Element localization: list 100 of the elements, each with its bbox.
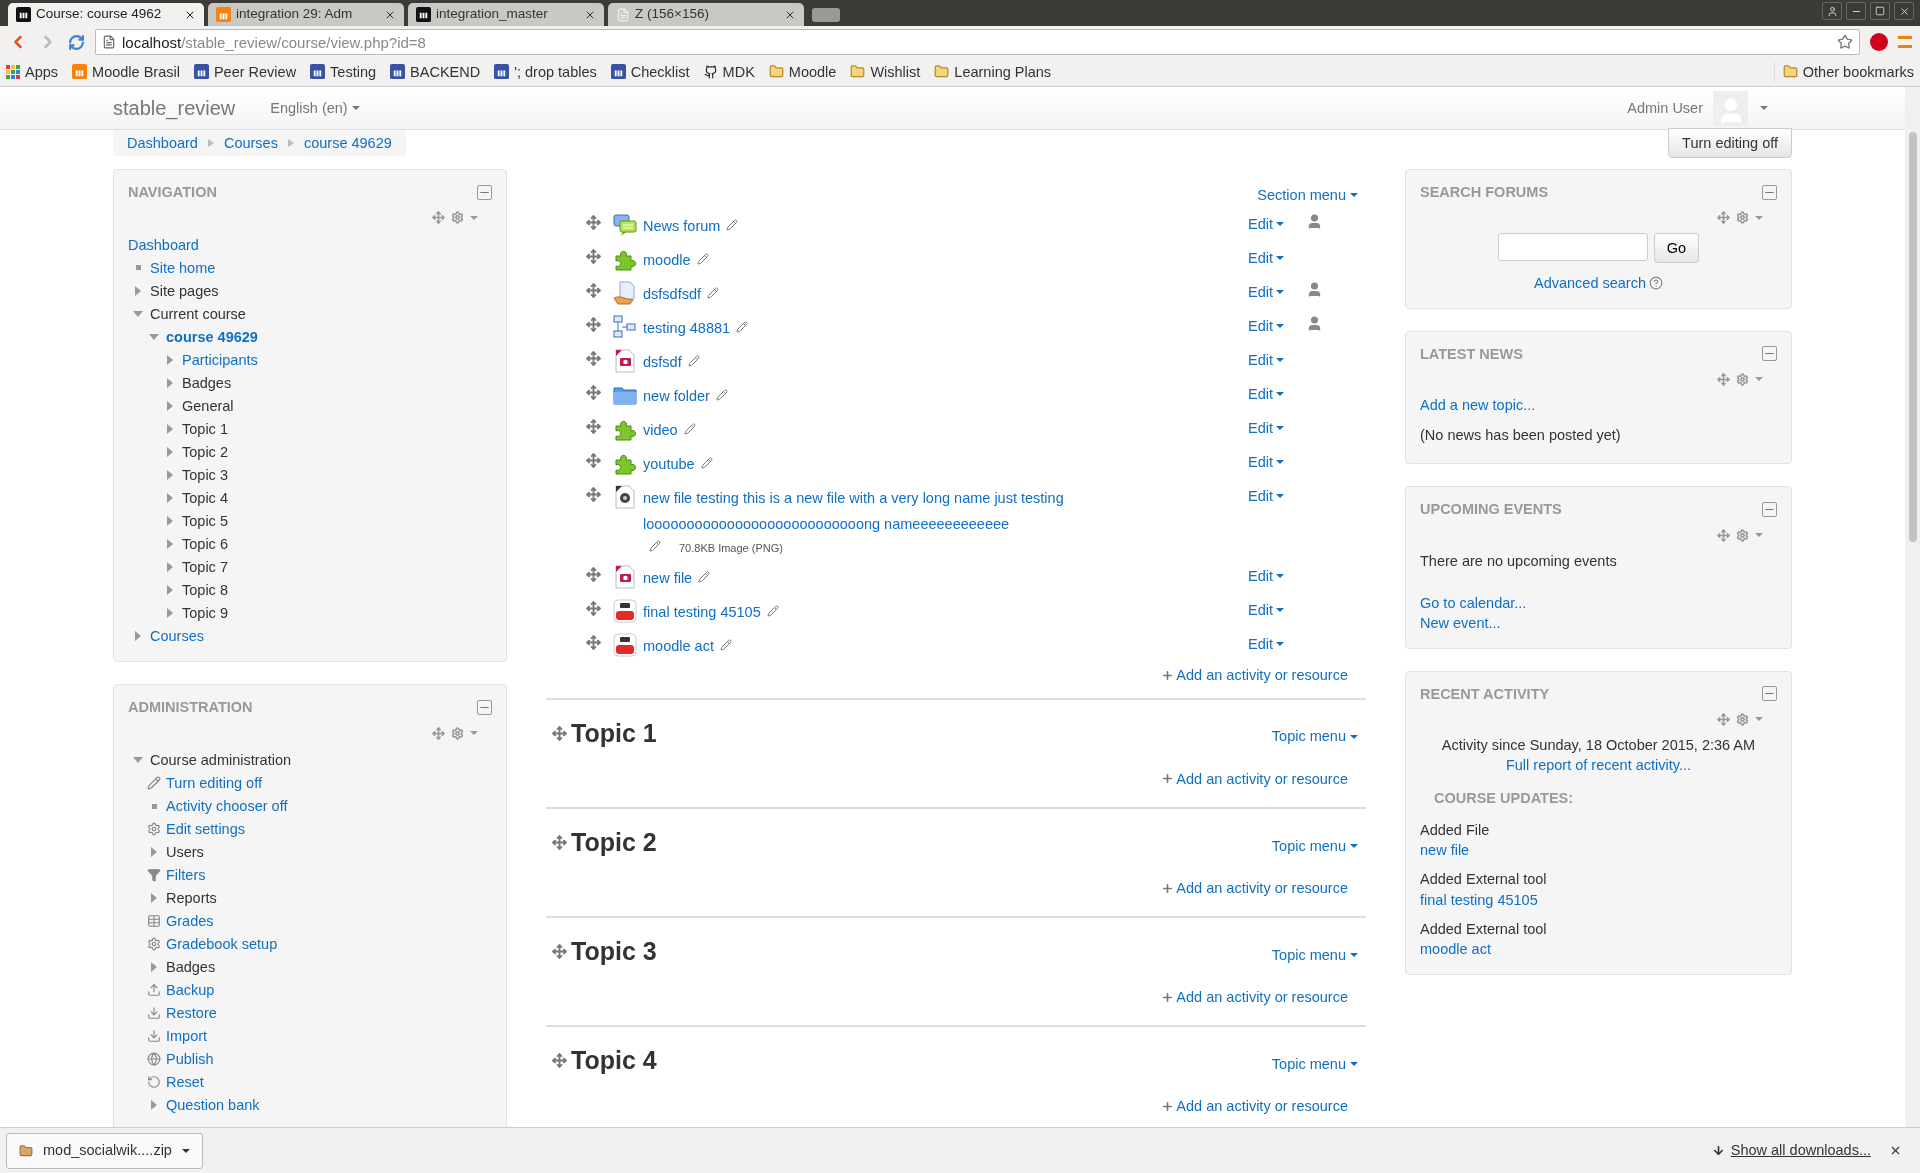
person-icon[interactable] <box>1306 315 1323 332</box>
move-icon[interactable] <box>432 726 445 740</box>
pencil-icon[interactable] <box>649 540 661 552</box>
tree-item[interactable]: Site home <box>150 257 216 278</box>
tree-item[interactable]: Participants <box>182 349 258 370</box>
bookmark[interactable]: Moodle <box>788 61 837 83</box>
activity-link[interactable]: moodle <box>643 247 691 273</box>
tree-item[interactable]: Topic 8 <box>182 579 228 600</box>
bookmark[interactable]: Apps <box>25 61 59 83</box>
add-topic-link[interactable]: Add a new topic... <box>1420 394 1777 416</box>
bookmark[interactable]: Checklist <box>630 61 690 83</box>
tree-item[interactable]: Current course <box>150 303 246 324</box>
menu-icon[interactable] <box>1898 36 1912 48</box>
edit-menu[interactable]: Edit <box>1248 213 1306 235</box>
bookmark[interactable]: Testing <box>330 61 377 83</box>
collapsed-arrow-icon[interactable] <box>165 446 175 457</box>
calendar-link[interactable]: Go to calendar... <box>1420 593 1777 614</box>
collapse-icon[interactable] <box>1762 502 1777 518</box>
pencil-icon[interactable] <box>696 253 709 265</box>
edit-menu[interactable]: Edit <box>1248 565 1306 588</box>
tree-item[interactable]: Grades <box>166 910 214 932</box>
go-button[interactable]: Go <box>1653 233 1700 264</box>
edit-menu[interactable]: Edit <box>1248 383 1306 405</box>
activity-link[interactable]: new file testing this is a new file with a very long name just testing looooooooooooooooooooooooooong nameeeeeeeeeeee <box>643 485 1248 537</box>
move-icon[interactable] <box>586 283 601 298</box>
edit-menu[interactable]: Edit <box>1248 485 1306 507</box>
activity-link[interactable]: youtube <box>643 451 695 477</box>
pencil-icon[interactable] <box>719 639 732 652</box>
scrollbar[interactable] <box>1905 87 1920 1127</box>
edit-menu[interactable]: Edit <box>1248 417 1306 439</box>
bookmark[interactable]: MDK <box>722 61 755 83</box>
move-icon[interactable] <box>552 834 567 850</box>
activity-link[interactable]: video <box>643 417 678 443</box>
breadcrumb-link[interactable]: Courses <box>223 133 278 154</box>
update-link[interactable]: moodle act <box>1420 939 1777 960</box>
tree-item[interactable]: Activity chooser off <box>166 795 288 817</box>
collapsed-arrow-icon[interactable] <box>165 423 175 434</box>
move-icon[interactable] <box>586 317 601 332</box>
move-icon[interactable] <box>586 635 601 651</box>
breadcrumb-link[interactable]: course 49629 <box>303 133 392 154</box>
topic-menu[interactable]: Topic menu <box>1271 941 1358 970</box>
tree-item[interactable]: Site pages <box>150 280 219 301</box>
user-name[interactable]: Admin User <box>1627 97 1703 119</box>
gear-icon[interactable] <box>1736 372 1749 386</box>
bookmark[interactable]: Peer Review <box>213 61 297 83</box>
site-name[interactable]: stable_review <box>113 94 236 122</box>
move-icon[interactable] <box>586 419 601 434</box>
tree-item[interactable]: Badges <box>182 372 232 393</box>
activity-link[interactable]: dsfsdfsdf <box>643 281 702 307</box>
tree-item[interactable]: Topic 6 <box>182 533 228 554</box>
tree-item[interactable]: Topic 7 <box>182 556 228 577</box>
topic-menu[interactable]: Topic menu <box>1271 831 1358 860</box>
tree-item[interactable]: course 49629 <box>166 326 258 347</box>
tree-item[interactable]: Courses <box>150 625 204 646</box>
help-icon[interactable] <box>1649 276 1663 291</box>
gear-icon[interactable] <box>1736 211 1749 225</box>
tree-item[interactable]: Dashboard <box>128 234 199 255</box>
editing-button[interactable]: Turn editing off <box>1668 128 1792 159</box>
language-menu[interactable]: English (en) <box>270 97 360 119</box>
collapsed-arrow-icon[interactable] <box>165 561 175 572</box>
collapse-icon[interactable] <box>477 699 492 715</box>
download-item[interactable]: mod_socialwik....zip <box>6 1132 203 1169</box>
browser-tab[interactable]: Course: course 4962 <box>8 3 204 26</box>
collapsed-arrow-icon[interactable] <box>165 492 175 503</box>
collapsed-arrow-icon[interactable] <box>165 584 175 595</box>
move-icon[interactable] <box>552 725 567 741</box>
move-icon[interactable] <box>1717 372 1730 386</box>
expanded-arrow-icon[interactable] <box>149 331 159 342</box>
topic-menu[interactable]: Topic menu <box>1271 1050 1358 1079</box>
tree-item[interactable]: Topic 5 <box>182 510 228 531</box>
activity-link[interactable]: new folder <box>643 383 710 409</box>
star-icon[interactable] <box>1837 34 1853 50</box>
tree-item[interactable]: Edit settings <box>166 818 245 840</box>
bookmark[interactable]: BACKEND <box>410 61 481 83</box>
activity-link[interactable]: moodle act <box>643 633 714 660</box>
pencil-icon[interactable] <box>736 321 749 333</box>
tree-item[interactable]: Badges <box>166 956 216 978</box>
activity-link[interactable]: new file <box>643 565 693 592</box>
reload-icon[interactable] <box>68 33 85 51</box>
collapse-icon[interactable] <box>1762 184 1777 200</box>
tree-item[interactable]: Filters <box>166 864 206 886</box>
restore-button[interactable] <box>1870 2 1890 20</box>
pencil-icon[interactable] <box>715 389 728 401</box>
collapsed-arrow-icon[interactable] <box>133 630 143 641</box>
tree-item[interactable]: Users <box>166 841 204 863</box>
add-activity-link[interactable]: Add an activity or resource <box>1161 1096 1348 1117</box>
tree-item[interactable]: Topic 1 <box>182 418 228 439</box>
bookmark[interactable]: '; drop tables <box>514 61 597 83</box>
tree-item[interactable]: Topic 9 <box>182 602 228 623</box>
gear-icon[interactable] <box>451 211 464 225</box>
browser-tab[interactable]: Z (156×156) <box>608 3 804 26</box>
move-icon[interactable] <box>586 215 601 230</box>
move-icon[interactable] <box>1717 211 1730 225</box>
move-icon[interactable] <box>586 487 601 502</box>
tree-item[interactable]: Course administration <box>150 749 292 771</box>
collapsed-arrow-icon[interactable] <box>165 354 175 365</box>
bookmark[interactable]: Wishlist <box>870 61 921 83</box>
person-icon[interactable] <box>1306 213 1323 230</box>
edit-menu[interactable]: Edit <box>1248 349 1306 371</box>
collapsed-arrow-icon[interactable] <box>165 400 175 411</box>
